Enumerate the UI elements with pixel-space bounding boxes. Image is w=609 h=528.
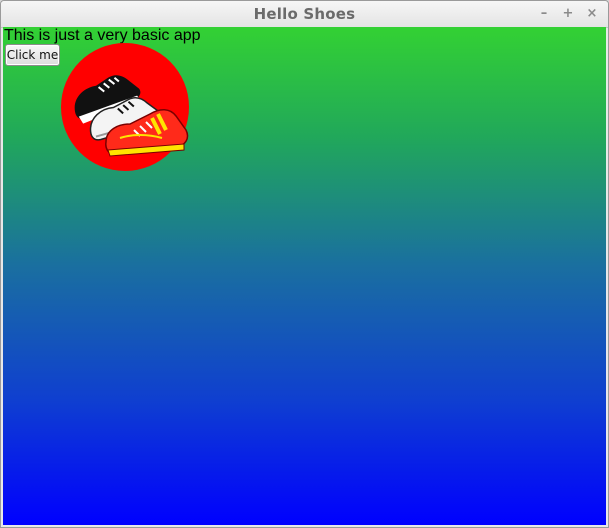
shoes-logo-icon [61, 43, 189, 171]
close-button[interactable]: × [584, 6, 600, 22]
window-title: Hello Shoes [253, 5, 356, 23]
click-me-button[interactable]: Click me [5, 44, 60, 66]
app-window: Hello Shoes – + × This is just a very ba… [0, 0, 609, 528]
minimize-button[interactable]: – [536, 6, 552, 22]
title-bar[interactable]: Hello Shoes – + × [1, 1, 608, 28]
app-canvas: This is just a very basic app Click me [3, 27, 606, 525]
maximize-button[interactable]: + [560, 6, 576, 22]
